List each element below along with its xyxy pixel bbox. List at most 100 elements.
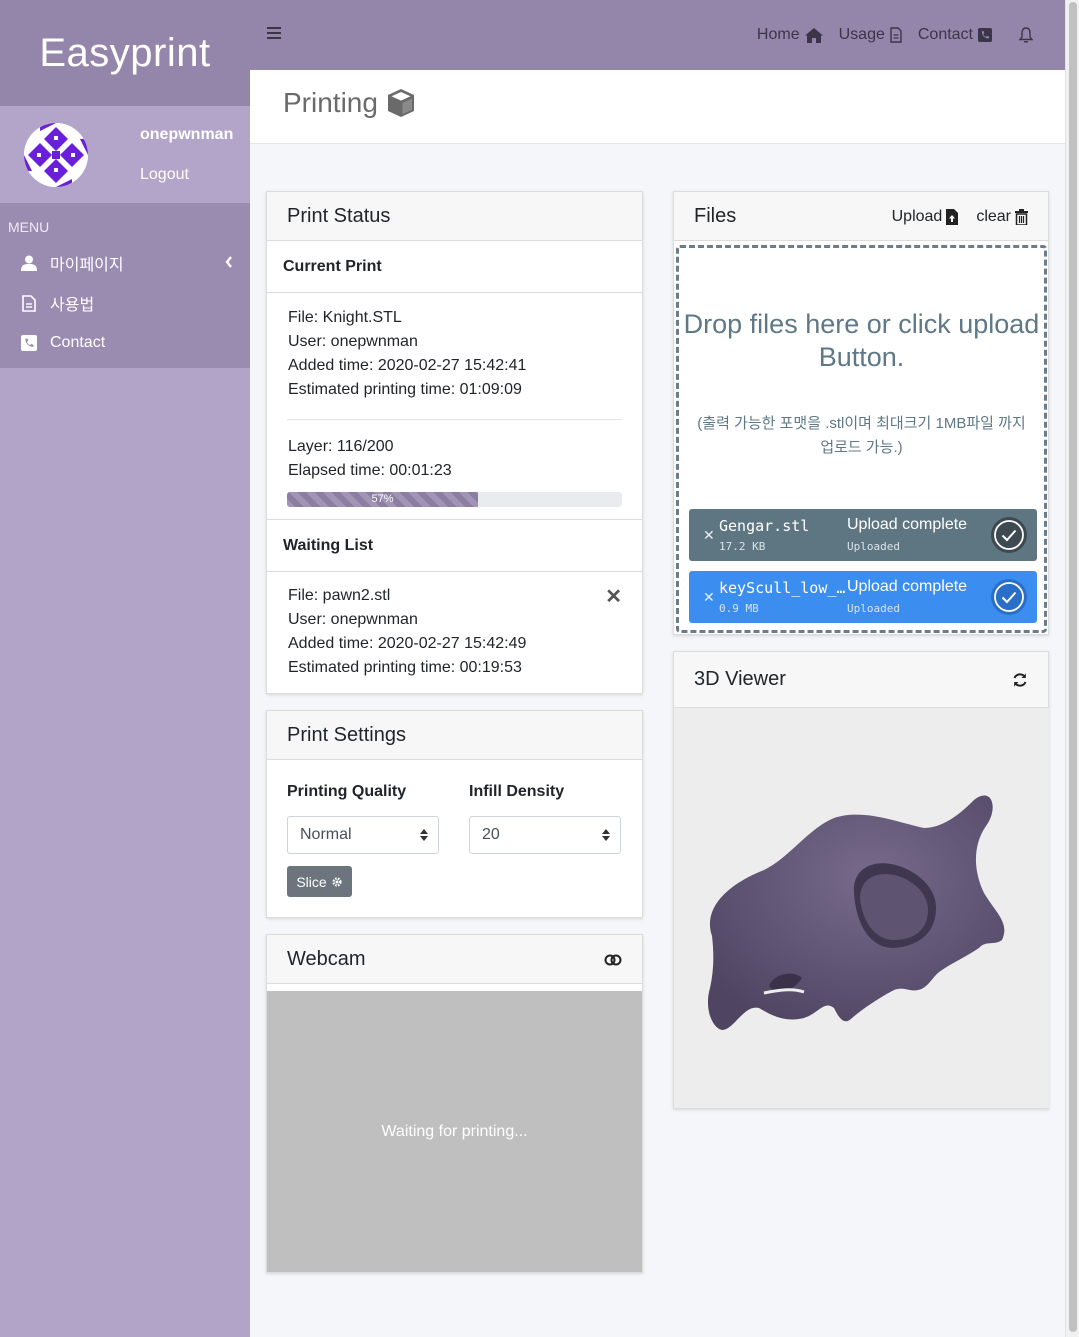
file-name: Gengar.stl bbox=[719, 517, 810, 535]
sidebar-item-contact[interactable]: Contact bbox=[0, 323, 250, 363]
user-name[interactable]: onepwnman bbox=[140, 126, 233, 144]
print-status-card: Print Status Current Print File: Knight.… bbox=[266, 191, 643, 694]
dropzone-note: (출력 가능한 포맷을 .stl이며 최대크기 1MB파일 까지 업로드 가능.… bbox=[697, 415, 1026, 456]
nav-contact-link[interactable]: Contact bbox=[918, 26, 992, 44]
file-size: 0.9 MB bbox=[719, 602, 759, 615]
upload-label: Upload bbox=[891, 207, 943, 225]
select-arrows-icon bbox=[602, 829, 610, 841]
file-substatus: Uploaded bbox=[847, 540, 900, 553]
card-title: Webcam bbox=[287, 947, 366, 970]
current-added-time: Added time: 2020-02-27 15:42:41 bbox=[288, 357, 527, 374]
progress-fill: 57% bbox=[287, 492, 478, 507]
file-substatus: Uploaded bbox=[847, 602, 900, 615]
home-icon bbox=[804, 27, 823, 43]
files-actions: Upload clear bbox=[892, 192, 1028, 241]
print-settings-card: Print Settings Printing Quality Infill D… bbox=[266, 710, 643, 918]
uploaded-file-row: ✕ Gengar.stl 17.2 KB Upload complete Upl… bbox=[689, 509, 1037, 561]
avatar[interactable] bbox=[24, 123, 88, 187]
nav-contact-label: Contact bbox=[917, 26, 973, 43]
current-print-heading: Current Print bbox=[267, 241, 642, 293]
remove-file-icon[interactable]: ✕ bbox=[703, 589, 715, 606]
card-header: Print Settings bbox=[267, 711, 642, 760]
document-icon bbox=[890, 27, 902, 43]
file-status: Upload complete bbox=[847, 516, 968, 533]
card-header: Webcam bbox=[267, 935, 642, 984]
nav-home-link[interactable]: Home bbox=[757, 26, 823, 44]
user-icon bbox=[20, 254, 38, 272]
elapsed-time: Elapsed time: 00:01:23 bbox=[288, 462, 452, 479]
chevron-left-icon bbox=[224, 255, 234, 274]
current-estimated-time: Estimated printing time: 01:09:09 bbox=[288, 381, 522, 398]
card-title: Print Status bbox=[287, 204, 391, 227]
menu-header: MENU bbox=[8, 219, 50, 235]
infill-density-select[interactable]: 20 bbox=[469, 816, 621, 854]
brand-title: Easyprint bbox=[39, 30, 211, 75]
brand[interactable]: Easyprint bbox=[0, 0, 250, 106]
waiting-estimated-time: Estimated printing time: 00:19:53 bbox=[288, 659, 522, 676]
remove-file-icon[interactable]: ✕ bbox=[703, 527, 715, 544]
skull-model bbox=[707, 795, 1005, 1030]
notifications-bell-icon[interactable] bbox=[1014, 27, 1033, 43]
logout-link[interactable]: Logout bbox=[140, 166, 189, 184]
card-title: 3D Viewer bbox=[694, 668, 786, 690]
waiting-file: File: pawn2.stl bbox=[288, 587, 391, 604]
document-icon bbox=[20, 294, 38, 312]
file-status: Upload complete bbox=[847, 578, 968, 595]
current-print-info: File: Knight.STL User: onepwnman Added t… bbox=[267, 293, 642, 402]
printing-quality-select[interactable]: Normal bbox=[287, 816, 439, 854]
refresh-icon[interactable] bbox=[1012, 652, 1028, 708]
nav-usage-label: Usage bbox=[838, 26, 885, 43]
infill-density-value: 20 bbox=[482, 826, 500, 843]
infill-density-label: Infill Density bbox=[469, 783, 565, 800]
webcam-toggle-icon[interactable] bbox=[604, 935, 622, 984]
nav-usage-link[interactable]: Usage bbox=[839, 26, 902, 44]
hamburger-menu-icon[interactable] bbox=[267, 26, 281, 40]
cog-icon bbox=[332, 876, 342, 887]
file-size: 17.2 KB bbox=[719, 540, 766, 553]
sidebar-item-label: Contact bbox=[50, 334, 106, 351]
trash-icon bbox=[1015, 208, 1028, 225]
uploaded-file-row: ✕ keyScull_low_poly.stl 0.9 MB Upload co… bbox=[689, 571, 1037, 623]
file-dropzone[interactable]: Drop files here or click upload Button. … bbox=[676, 245, 1047, 633]
sidebar-item-mypage[interactable]: 마이페이지 bbox=[0, 243, 250, 283]
page-scrollbar[interactable] bbox=[1065, 0, 1079, 1337]
topbar: Home Usage Contact bbox=[250, 0, 1065, 70]
clear-label: clear bbox=[976, 207, 1011, 225]
sidebar-item-usage[interactable]: 사용법 bbox=[0, 283, 250, 323]
top-nav: Home Usage Contact bbox=[757, 0, 1065, 70]
remove-job-close-icon[interactable]: ✕ bbox=[605, 585, 622, 609]
upload-button[interactable]: Upload bbox=[892, 208, 959, 226]
file-upload-icon bbox=[946, 208, 959, 225]
card-header: 3D Viewer bbox=[674, 652, 1048, 708]
waiting-user: User: onepwnman bbox=[288, 611, 418, 628]
slice-button[interactable]: Slice bbox=[287, 866, 352, 897]
user-panel: onepwnman Logout bbox=[0, 106, 250, 203]
card-title: Files bbox=[694, 204, 737, 227]
sidebar-item-label: 사용법 bbox=[50, 297, 95, 314]
waiting-list-item: ✕ File: pawn2.stl User: onepwnman Added … bbox=[267, 572, 642, 680]
page-title-text: Printing bbox=[283, 87, 378, 118]
webcam-card: Webcam Waiting for printing... bbox=[266, 934, 643, 1273]
clear-button[interactable]: clear bbox=[976, 208, 1028, 226]
files-card: Files Upload clear Drop files here or cl… bbox=[673, 191, 1049, 635]
cube-icon bbox=[387, 89, 414, 117]
slice-label: Slice bbox=[296, 873, 327, 890]
sidebar: Easyprint onepwnman Logout MENU 마이페이지 사용… bbox=[0, 0, 250, 1337]
page-title: Printing bbox=[283, 87, 416, 119]
sidebar-menu: MENU 마이페이지 사용법 Contact bbox=[0, 203, 250, 368]
current-user: User: onepwnman bbox=[288, 333, 418, 350]
print-progress-info: Layer: 116/200 Elapsed time: 00:01:23 bbox=[267, 420, 642, 483]
3d-viewer-canvas[interactable] bbox=[674, 708, 1049, 1108]
waiting-list-heading: Waiting List bbox=[267, 520, 642, 572]
select-arrows-icon bbox=[420, 829, 428, 841]
check-circle-icon bbox=[991, 579, 1027, 615]
waiting-added-time: Added time: 2020-02-27 15:42:49 bbox=[288, 635, 527, 652]
card-header: Files Upload clear bbox=[674, 192, 1048, 241]
webcam-feed: Waiting for printing... bbox=[267, 991, 642, 1272]
page-header: Printing bbox=[250, 70, 1065, 144]
viewer-card: 3D Viewer bbox=[673, 651, 1049, 1109]
phone-icon bbox=[978, 28, 992, 42]
card-title: Print Settings bbox=[287, 723, 406, 746]
scrollbar-thumb[interactable] bbox=[1069, 2, 1077, 1332]
layer-count: Layer: 116/200 bbox=[288, 438, 394, 455]
